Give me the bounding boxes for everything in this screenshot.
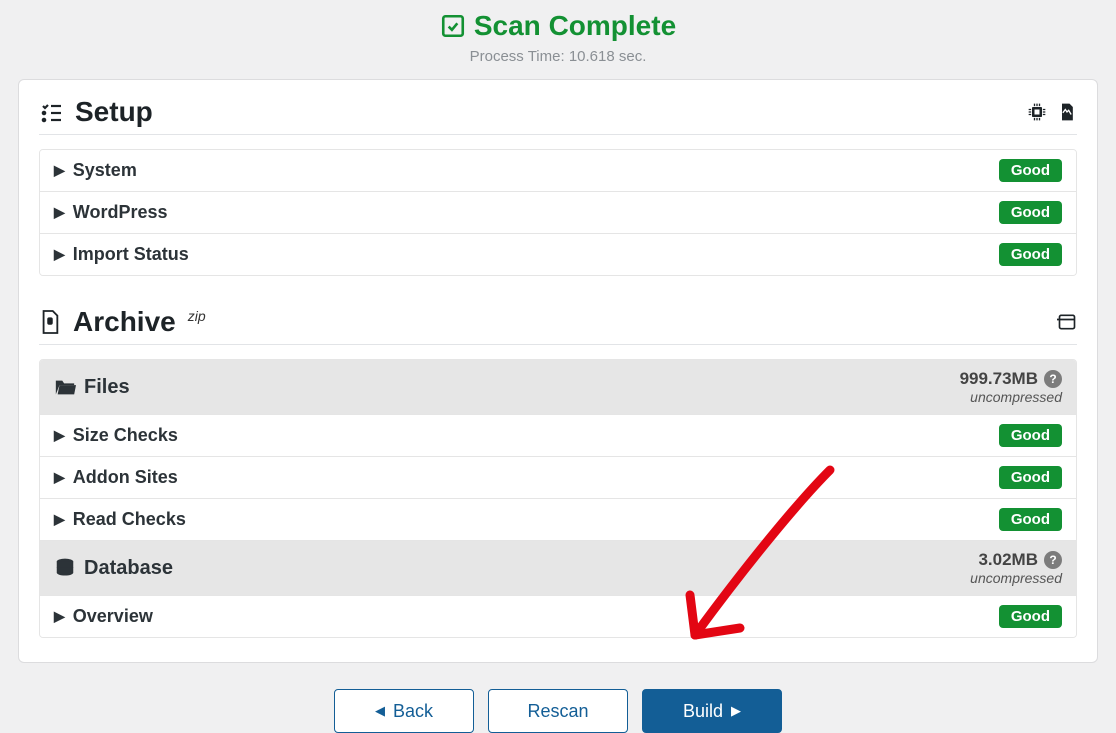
database-size: 3.02MB xyxy=(978,550,1038,570)
database-note: uncompressed xyxy=(970,570,1062,586)
cpu-icon[interactable] xyxy=(1027,102,1047,122)
files-note: uncompressed xyxy=(970,389,1062,405)
setup-section-header: Setup xyxy=(39,96,1077,135)
checklist-icon xyxy=(39,100,63,124)
setup-rows: ▶ System Good ▶ WordPress Good ▶ Import Sta… xyxy=(39,149,1077,276)
setup-title: Setup xyxy=(75,96,153,128)
status-badge: Good xyxy=(999,159,1062,182)
button-bar: ◀ Back Rescan Build ▶ xyxy=(0,689,1116,733)
chevron-right-icon: ▶ xyxy=(54,427,65,444)
chevron-right-icon: ▶ xyxy=(54,511,65,528)
setup-row-import[interactable]: ▶ Import Status Good xyxy=(40,234,1076,275)
chevron-right-icon: ▶ xyxy=(54,246,65,263)
triangle-right-icon: ▶ xyxy=(731,703,741,719)
database-label: Database xyxy=(84,557,173,580)
triangle-left-icon: ◀ xyxy=(375,703,385,719)
row-label: Size Checks xyxy=(73,425,178,446)
back-button[interactable]: ◀ Back xyxy=(334,689,474,733)
scan-complete-label: Scan Complete xyxy=(474,10,676,42)
archive-rows: Files 999.73MB? uncompressed ▶ Size Check… xyxy=(39,359,1077,638)
database-icon xyxy=(54,557,76,579)
status-badge: Good xyxy=(999,508,1062,531)
chevron-right-icon: ▶ xyxy=(54,162,65,179)
archive-format: zip xyxy=(188,308,206,324)
row-label: System xyxy=(73,160,137,181)
window-icon[interactable] xyxy=(1057,312,1077,332)
status-badge: Good xyxy=(999,466,1062,489)
setup-row-system[interactable]: ▶ System Good xyxy=(40,150,1076,192)
row-label: WordPress xyxy=(73,202,168,223)
chevron-right-icon: ▶ xyxy=(54,608,65,625)
row-label: Overview xyxy=(73,606,153,627)
status-badge: Good xyxy=(999,424,1062,447)
scan-complete-title: Scan Complete xyxy=(440,10,676,42)
back-label: Back xyxy=(393,701,433,722)
row-label: Import Status xyxy=(73,244,189,265)
files-size: 999.73MB xyxy=(960,369,1038,389)
row-label: Read Checks xyxy=(73,509,186,530)
chevron-right-icon: ▶ xyxy=(54,469,65,486)
archive-title: Archive xyxy=(73,306,176,338)
status-badge: Good xyxy=(999,201,1062,224)
results-panel: Setup ▶ System Good ▶ WordPress Good ▶ Impo… xyxy=(18,79,1098,663)
files-subsection: Files 999.73MB? uncompressed xyxy=(40,360,1076,415)
rescan-button[interactable]: Rescan xyxy=(488,689,628,733)
build-button[interactable]: Build ▶ xyxy=(642,689,782,733)
build-label: Build xyxy=(683,701,723,722)
files-row-size-checks[interactable]: ▶ Size Checks Good xyxy=(40,415,1076,457)
setup-row-wordpress[interactable]: ▶ WordPress Good xyxy=(40,192,1076,234)
folder-open-icon xyxy=(54,377,76,397)
archive-file-icon xyxy=(39,309,61,335)
help-icon[interactable]: ? xyxy=(1044,551,1062,569)
archive-section-header: Archive zip xyxy=(39,306,1077,345)
check-square-icon xyxy=(440,13,466,39)
process-time: Process Time: 10.618 sec. xyxy=(0,48,1116,65)
status-badge: Good xyxy=(999,243,1062,266)
activity-file-icon[interactable] xyxy=(1057,102,1077,122)
status-badge: Good xyxy=(999,605,1062,628)
files-label: Files xyxy=(84,376,130,399)
help-icon[interactable]: ? xyxy=(1044,370,1062,388)
files-row-addon-sites[interactable]: ▶ Addon Sites Good xyxy=(40,457,1076,499)
rescan-label: Rescan xyxy=(527,701,588,722)
database-row-overview[interactable]: ▶ Overview Good xyxy=(40,596,1076,637)
files-row-read-checks[interactable]: ▶ Read Checks Good xyxy=(40,499,1076,541)
database-subsection: Database 3.02MB? uncompressed xyxy=(40,541,1076,596)
chevron-right-icon: ▶ xyxy=(54,204,65,221)
row-label: Addon Sites xyxy=(73,467,178,488)
